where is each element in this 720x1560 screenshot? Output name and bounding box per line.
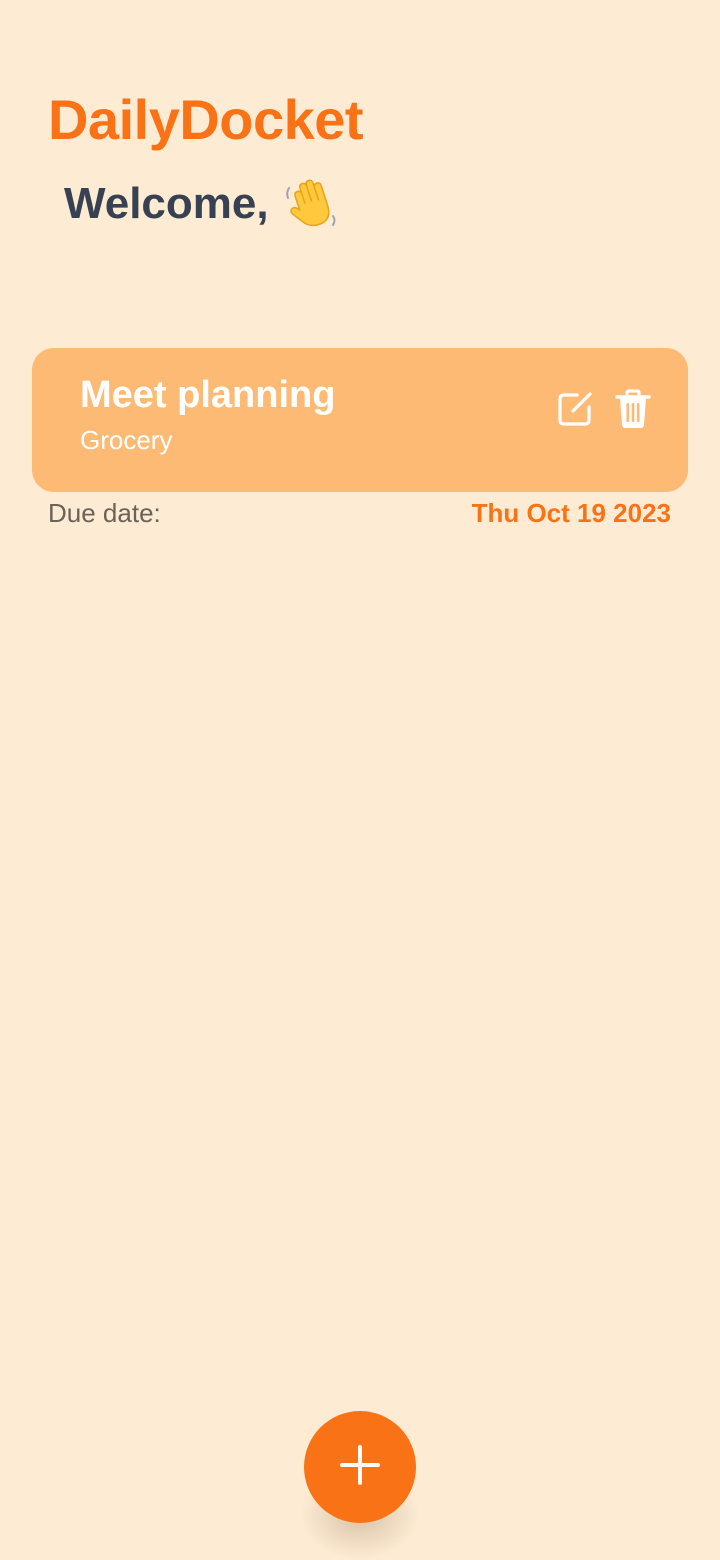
task-category: Grocery [80,425,173,455]
edit-icon [555,389,595,434]
due-date-label: Due date: [48,498,161,528]
delete-task-button[interactable] [612,388,654,435]
waving-hand-icon [283,176,339,232]
task-title: Meet planning [80,374,336,416]
app-title: DailyDocket [48,88,364,151]
due-date-value: Thu Oct 19 2023 [471,498,671,528]
welcome-heading: Welcome, [64,176,339,232]
edit-task-button[interactable] [554,390,596,432]
plus-icon [338,1443,382,1492]
task-card[interactable]: Meet planning Grocery [32,348,688,492]
trash-icon [613,388,653,435]
add-task-button[interactable] [304,1411,416,1523]
welcome-text: Welcome, [64,179,269,228]
